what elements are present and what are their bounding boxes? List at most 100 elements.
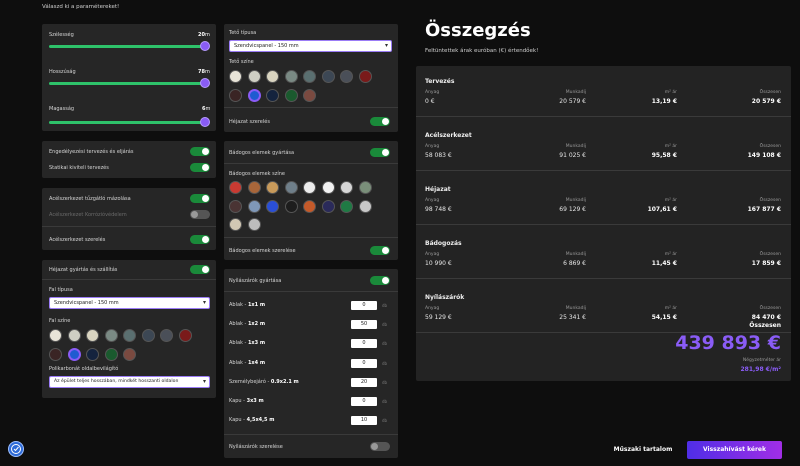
width-slider-handle[interactable]: [200, 41, 210, 51]
skylight-label: Polikarbonát oldalbevilágító: [49, 366, 119, 372]
color-swatch[interactable]: [284, 88, 298, 102]
opening-unit: db: [382, 303, 388, 308]
color-swatch[interactable]: [303, 88, 316, 102]
summary-column-label: m² ár: [664, 252, 677, 257]
color-swatch[interactable]: [247, 70, 261, 83]
height-slider-handle[interactable]: [200, 117, 210, 127]
wall-type-label: Fal típusa: [49, 287, 73, 293]
opening-quantity-input[interactable]: 0: [351, 397, 377, 406]
summary-value: 167 877 €: [747, 206, 781, 213]
steel-panel: Acélszerkezet tűzgátló mázolása Acélszer…: [42, 188, 216, 250]
summary-value: 69 129 €: [559, 206, 586, 213]
steel-assembly-toggle[interactable]: [190, 235, 210, 244]
color-swatch[interactable]: [86, 329, 99, 342]
width-slider[interactable]: [49, 45, 206, 48]
roof-install-toggle[interactable]: [370, 117, 390, 126]
summary-value: 20 579 €: [751, 98, 781, 105]
roof-color-label: Tető színe: [229, 59, 254, 65]
accessibility-icon[interactable]: [8, 441, 24, 457]
color-swatch[interactable]: [229, 199, 242, 213]
color-swatch[interactable]: [104, 347, 118, 361]
corrosion-toggle[interactable]: [190, 210, 210, 219]
openings-production-toggle[interactable]: [370, 276, 390, 285]
color-swatch[interactable]: [49, 347, 62, 361]
grand-total-value: 439 893 €: [675, 332, 781, 354]
callback-button[interactable]: Visszahívást kérek: [687, 441, 782, 459]
color-swatch[interactable]: [358, 70, 372, 83]
skylight-select[interactable]: Az épület teljes hosszában, mindkét hoss…: [49, 376, 210, 388]
opening-quantity-input[interactable]: 0: [351, 339, 377, 349]
summary-divider: [416, 278, 791, 279]
flashing-production-toggle[interactable]: [370, 148, 390, 157]
color-swatch[interactable]: [340, 70, 353, 83]
opening-unit: db: [382, 379, 388, 385]
summary-column-label: Munkadíj: [565, 144, 586, 149]
color-swatch[interactable]: [266, 88, 279, 102]
fireproof-toggle[interactable]: [190, 194, 210, 203]
color-swatch[interactable]: [229, 218, 242, 231]
roof-type-select[interactable]: Szendvicspanel - 150 mm: [229, 40, 392, 52]
summary-divider: [416, 224, 791, 225]
color-swatch[interactable]: [123, 347, 136, 361]
color-swatch[interactable]: [321, 70, 335, 83]
opening-quantity-input[interactable]: 10: [351, 416, 377, 426]
color-swatch[interactable]: [284, 70, 298, 83]
openings-install-toggle[interactable]: [370, 442, 390, 451]
color-swatch[interactable]: [141, 329, 155, 342]
wall-type-select[interactable]: Szendvicspanel - 150 mm: [49, 297, 210, 309]
color-swatch[interactable]: [321, 199, 335, 213]
color-swatch[interactable]: [123, 329, 136, 342]
color-swatch[interactable]: [303, 199, 316, 213]
color-swatch[interactable]: [229, 88, 242, 102]
color-swatch[interactable]: [160, 329, 173, 342]
color-swatch[interactable]: [247, 218, 261, 231]
summary-value: 13,19 €: [651, 98, 677, 105]
summary-column-label: Összesen: [759, 90, 781, 95]
length-slider-handle[interactable]: [200, 78, 210, 88]
color-swatch[interactable]: [247, 199, 261, 213]
color-swatch[interactable]: [303, 181, 316, 194]
color-swatch[interactable]: [247, 88, 261, 102]
color-swatch[interactable]: [266, 70, 279, 83]
color-swatch[interactable]: [303, 70, 316, 83]
flashing-install-label: Bádogos elemek szerelése: [229, 248, 296, 254]
opening-quantity-input[interactable]: 0: [351, 358, 377, 368]
summary-column-label: Összesen: [759, 306, 781, 311]
summary-column-label: Munkadíj: [565, 198, 586, 203]
summary-column-label: Összesen: [759, 252, 781, 257]
static-toggle[interactable]: [190, 163, 210, 172]
color-swatch[interactable]: [67, 329, 81, 342]
color-swatch[interactable]: [358, 199, 372, 213]
color-swatch[interactable]: [67, 347, 81, 361]
summary-section-title: Héjazat: [425, 186, 451, 193]
dimensions-panel: Szélesség 20m Hosszúság 78m Magasság 6m: [42, 24, 216, 131]
color-swatch[interactable]: [86, 347, 99, 361]
color-swatch[interactable]: [358, 181, 372, 194]
toggle-label-corrosion: Acélszerkezet Korrózióvédelem: [49, 212, 127, 218]
color-swatch[interactable]: [229, 70, 242, 83]
color-swatch[interactable]: [178, 329, 192, 342]
color-swatch[interactable]: [284, 199, 298, 213]
design-panel: Engedélyezési tervezés és eljárás Statik…: [42, 141, 216, 178]
opening-quantity-input[interactable]: 50: [351, 320, 377, 330]
permit-toggle[interactable]: [190, 147, 210, 156]
color-swatch[interactable]: [104, 329, 118, 342]
summary-column-label: Anyag: [425, 252, 440, 257]
flashing-install-toggle[interactable]: [370, 246, 390, 255]
color-swatch[interactable]: [284, 181, 298, 194]
color-swatch[interactable]: [340, 199, 353, 213]
color-swatch[interactable]: [247, 181, 261, 194]
color-swatch[interactable]: [266, 181, 279, 194]
color-swatch[interactable]: [229, 181, 242, 194]
length-slider[interactable]: [49, 82, 206, 85]
cladding-toggle[interactable]: [190, 265, 210, 274]
opening-quantity-input[interactable]: 20: [351, 377, 377, 387]
grand-total-label: Összesen: [749, 322, 781, 329]
color-swatch[interactable]: [266, 199, 279, 213]
height-slider[interactable]: [49, 121, 206, 124]
color-swatch[interactable]: [340, 181, 353, 194]
technical-content-button[interactable]: Műszaki tartalom: [608, 441, 678, 459]
color-swatch[interactable]: [49, 329, 62, 342]
opening-quantity-input[interactable]: 0: [351, 301, 377, 310]
color-swatch[interactable]: [321, 181, 335, 194]
